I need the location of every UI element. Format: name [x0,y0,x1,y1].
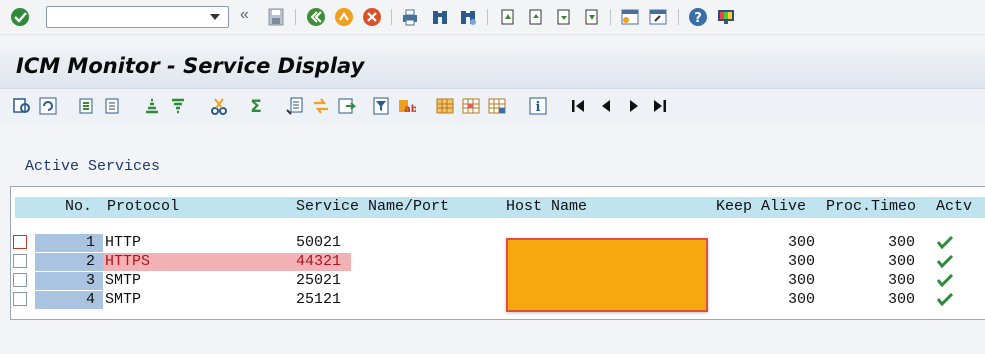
layout-save-icon[interactable] [338,97,356,115]
row-keep-alive: 300 [787,234,815,251]
column-header-host[interactable]: Host Name [506,198,587,215]
row-service-port: 25021 [296,272,342,289]
new-session-icon[interactable] [620,7,640,27]
find-next-icon[interactable] [458,7,478,27]
row-proc-timeout: 300 [887,272,915,289]
table-row[interactable]: 2 HTTPS 44321 300 300 [11,253,985,272]
refresh-icon[interactable] [39,97,57,115]
table-row[interactable]: 1 HTTP 50021 300 300 [11,234,985,253]
sort-descending-icon[interactable] [169,97,187,115]
row-keep-alive: 300 [787,253,815,270]
exit-icon[interactable] [334,7,354,27]
prev-page-icon[interactable] [525,7,545,27]
next-page-icon[interactable] [553,7,573,27]
customize-layout-icon[interactable] [716,7,736,27]
redaction-box [506,238,708,312]
row-protocol: SMTP [105,272,142,289]
svg-text:?: ? [694,11,702,26]
active-check-icon [936,254,954,268]
page-title: ICM Monitor - Service Display [16,54,365,78]
info-icon[interactable]: i [529,97,547,115]
table-row[interactable]: 4 SMTP 25121 300 300 [11,291,985,310]
collapse-icon[interactable]: « [240,6,249,24]
details-icon[interactable] [13,97,31,115]
find-icon[interactable] [430,7,450,27]
next-record-icon[interactable] [625,97,643,115]
first-page-icon[interactable] [497,7,517,27]
active-check-icon [936,235,954,249]
active-check-icon [936,292,954,306]
first-record-icon[interactable] [569,97,587,115]
command-field[interactable] [46,6,229,28]
row-keep-alive: 300 [787,272,815,289]
row-select-checkbox[interactable] [13,273,27,287]
back-icon[interactable] [306,7,326,27]
select-all-icon[interactable] [78,97,96,115]
standard-toolbar: « ? [0,0,985,35]
svg-text:Σ: Σ [250,97,262,115]
row-proc-timeout: 300 [887,253,915,270]
application-toolbar: Σ ab i [0,90,985,124]
table-header: No. Protocol Service Name/Port Host Name… [15,197,985,218]
row-service-port: 50021 [296,234,342,251]
previous-record-icon[interactable] [597,97,615,115]
row-protocol: HTTP [105,234,142,251]
sum-icon[interactable]: Σ [247,97,265,115]
last-record-icon[interactable] [651,97,669,115]
save-icon[interactable] [266,7,286,27]
grid-view-icon[interactable] [436,97,454,115]
row-protocol: HTTPS [105,253,151,270]
row-service-port: 44321 [296,253,342,270]
grid-columns-icon[interactable] [462,97,480,115]
abc-analysis-icon[interactable]: ab [398,97,416,115]
row-number: 1 [85,234,95,251]
enter-icon[interactable] [10,7,30,27]
row-proc-timeout: 300 [887,291,915,308]
row-number: 3 [85,272,95,289]
table-row[interactable]: 3 SMTP 25021 300 300 [11,272,985,291]
layout-change-icon[interactable] [312,97,330,115]
row-service-port: 25121 [296,291,342,308]
active-check-icon [936,273,954,287]
export-icon[interactable] [286,97,304,115]
cancel-icon[interactable] [362,7,382,27]
title-bar: ICM Monitor - Service Display [0,48,985,89]
cut-icon[interactable] [210,97,228,115]
help-icon[interactable]: ? [688,7,708,27]
row-number: 4 [85,291,95,308]
column-header-actv[interactable]: Actv [936,198,972,215]
last-page-icon[interactable] [581,7,601,27]
svg-text:ab: ab [404,104,416,115]
shortcut-icon[interactable] [648,7,668,27]
svg-text:i: i [536,100,541,115]
row-proc-timeout: 300 [887,234,915,251]
deselect-all-icon[interactable] [104,97,122,115]
row-select-checkbox[interactable] [13,292,27,306]
row-select-checkbox[interactable] [13,235,27,249]
sort-ascending-icon[interactable] [143,97,161,115]
print-icon[interactable] [400,7,420,27]
column-header-keepalive[interactable]: Keep Alive [716,198,806,215]
services-table: No. Protocol Service Name/Port Host Name… [10,186,985,320]
column-header-proctimeo[interactable]: Proc.Timeo [826,198,916,215]
column-header-no[interactable]: No. [65,198,92,215]
chevron-down-icon[interactable] [210,14,220,20]
row-keep-alive: 300 [787,291,815,308]
grid-settings-icon[interactable] [488,97,506,115]
column-header-service[interactable]: Service Name/Port [296,198,449,215]
filter-icon[interactable] [372,97,390,115]
row-select-checkbox[interactable] [13,254,27,268]
row-number: 2 [85,253,95,270]
section-label: Active Services [25,158,161,175]
row-protocol: SMTP [105,291,142,308]
column-header-protocol[interactable]: Protocol [107,198,179,215]
